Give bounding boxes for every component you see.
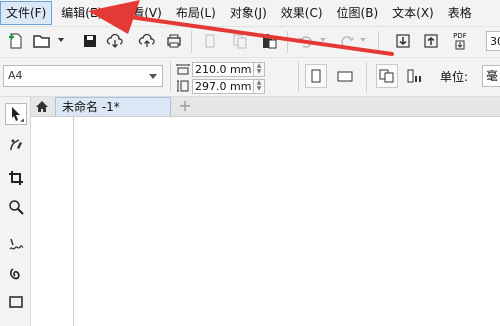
cut-icon[interactable]: [200, 31, 220, 51]
menu-layout[interactable]: 布局(L): [170, 2, 222, 24]
document-tab-bar: 未命名 -1* +: [31, 97, 500, 117]
menu-file[interactable]: 文件(F): [0, 1, 53, 25]
zoom-tool-icon[interactable]: [5, 196, 27, 218]
menu-object[interactable]: 对象(J): [224, 2, 273, 24]
menu-view[interactable]: 查看(V): [114, 2, 168, 24]
crop-tool-icon[interactable]: [5, 167, 27, 189]
portrait-icon: [311, 69, 321, 83]
pdf-icon[interactable]: PDF: [450, 31, 470, 51]
shape-tool-icon[interactable]: [5, 133, 27, 155]
pdf-label: PDF: [453, 32, 467, 40]
open-dropdown-caret[interactable]: [58, 38, 64, 42]
menu-text[interactable]: 文本(X): [386, 2, 440, 24]
menu-bitmaps[interactable]: 位图(B): [331, 2, 385, 24]
portrait-button[interactable]: [305, 64, 327, 88]
all-pages-icon: [379, 69, 394, 83]
page-height-field[interactable]: 297.0 mm: [192, 78, 254, 94]
landscape-icon: [337, 71, 353, 82]
undo-dropdown-caret[interactable]: [320, 38, 326, 42]
paste-icon[interactable]: [259, 31, 279, 51]
save-icon[interactable]: [80, 31, 100, 51]
zoom-level-field[interactable]: 30: [486, 31, 500, 51]
current-page-button[interactable]: [404, 64, 426, 88]
vertical-ruler: [31, 117, 74, 326]
print-icon[interactable]: [164, 31, 184, 51]
page-width-field[interactable]: 210.0 mm: [192, 61, 254, 77]
page-width-row: 210.0 mm ▲ ▼: [176, 61, 265, 77]
import-icon[interactable]: [393, 31, 413, 51]
unit-label: 单位:: [440, 70, 469, 84]
toolbox: [0, 97, 31, 326]
height-spinner[interactable]: ▲ ▼: [254, 78, 265, 94]
landscape-button[interactable]: [334, 64, 356, 88]
unit-select[interactable]: 毫: [482, 65, 500, 87]
pick-tool-icon[interactable]: [5, 103, 27, 125]
rectangle-tool-icon[interactable]: [5, 291, 27, 313]
page-size-select[interactable]: A4: [3, 65, 163, 87]
page-height-row: 297.0 mm ▲ ▼: [176, 78, 265, 94]
redo-dropdown-caret[interactable]: [360, 38, 366, 42]
redo-icon[interactable]: [337, 31, 357, 51]
cloud-export-icon[interactable]: [137, 31, 157, 51]
chevron-down-icon: [149, 74, 157, 79]
copy-icon[interactable]: [230, 31, 250, 51]
menu-table[interactable]: 表格: [442, 2, 478, 24]
standard-toolbar: PDF 30: [0, 27, 500, 58]
menu-bar: 文件(F) 编辑(E) 查看(V) 布局(L) 对象(J) 效果(C) 位图(B…: [0, 0, 500, 27]
cloud-import-icon[interactable]: [105, 31, 125, 51]
drawing-canvas[interactable]: [31, 117, 500, 326]
page-size-value: A4: [8, 69, 23, 82]
add-tab-button[interactable]: +: [174, 97, 196, 116]
document-tab[interactable]: 未命名 -1*: [55, 97, 171, 116]
artistic-media-icon[interactable]: [5, 263, 27, 285]
home-icon[interactable]: [31, 97, 53, 116]
menu-effects[interactable]: 效果(C): [275, 2, 329, 24]
width-spinner[interactable]: ▲ ▼: [254, 61, 265, 77]
export-icon[interactable]: [421, 31, 441, 51]
height-icon: [177, 80, 189, 92]
width-icon: [176, 64, 190, 75]
new-document-icon[interactable]: [6, 31, 26, 51]
current-page-icon: [407, 69, 421, 83]
all-pages-button[interactable]: [376, 64, 398, 88]
freehand-tool-icon[interactable]: [5, 234, 27, 256]
open-folder-icon[interactable]: [32, 31, 52, 51]
undo-icon[interactable]: [296, 31, 316, 51]
property-bar: A4 210.0 mm ▲ ▼ 297.0 mm ▲ ▼ 单位: 毫: [0, 58, 500, 97]
menu-edit[interactable]: 编辑(E): [55, 2, 108, 24]
